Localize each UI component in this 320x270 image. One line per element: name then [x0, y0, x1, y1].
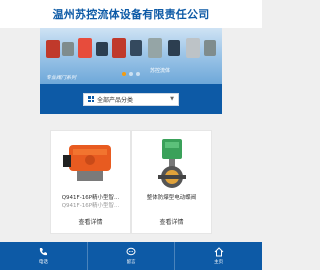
nav-label: 电话	[38, 260, 48, 265]
product-image	[57, 135, 125, 191]
valve-image	[148, 38, 162, 58]
category-label: 全部产品分类	[97, 96, 134, 104]
category-bar: 全部产品分类 ▼	[40, 84, 222, 114]
valve-image	[78, 38, 92, 58]
product-name: 整体防爆型电动蝶阀	[146, 195, 197, 201]
nav-label: 留言	[126, 260, 136, 265]
view-details-link[interactable]: 查看详情	[51, 217, 130, 226]
product-subname: Q941F-16P精小型智...	[61, 203, 120, 209]
company-title: 温州苏控流体设备有限责任公司	[52, 8, 210, 21]
valve-image	[204, 40, 216, 56]
site-header: 温州苏控流体设备有限责任公司	[0, 0, 262, 28]
product-card[interactable]: Q941F-16P精小型智... Q941F-16P精小型智... 查看详情	[50, 130, 131, 234]
nav-message[interactable]: 留言	[88, 242, 176, 270]
view-details-link[interactable]: 查看详情	[132, 217, 211, 226]
product-card[interactable]: 整体防爆型电动蝶阀 查看详情	[131, 130, 212, 234]
banner-caption: 专业阀门系列	[46, 75, 77, 81]
home-icon	[214, 247, 224, 257]
carousel-dot[interactable]	[136, 72, 140, 76]
phone-icon	[40, 248, 48, 256]
banner-brand: 苏控流体	[150, 68, 171, 74]
product-name: Q941F-16P精小型智...	[61, 195, 120, 201]
valve-image	[62, 42, 74, 56]
valve-image	[186, 38, 200, 58]
nav-home[interactable]: 主页	[175, 242, 262, 270]
valve-image	[96, 42, 108, 56]
product-image	[138, 135, 206, 191]
message-icon	[126, 247, 136, 256]
category-select[interactable]: 全部产品分类 ▼	[83, 92, 179, 106]
valve-image	[168, 40, 180, 56]
carousel-dot[interactable]	[129, 72, 133, 76]
nav-label: 主页	[214, 260, 224, 265]
bottom-nav: 电话 留言 主页	[0, 242, 262, 270]
valve-image	[112, 38, 126, 58]
grid-icon	[88, 96, 94, 102]
valve-image	[130, 40, 142, 56]
nav-phone[interactable]: 电话	[0, 242, 88, 270]
valve-image	[46, 40, 60, 58]
carousel-dot[interactable]	[122, 72, 126, 76]
hero-banner[interactable]: 专业阀门系列 苏控流体	[40, 28, 222, 84]
chevron-down-icon: ▼	[170, 96, 174, 102]
